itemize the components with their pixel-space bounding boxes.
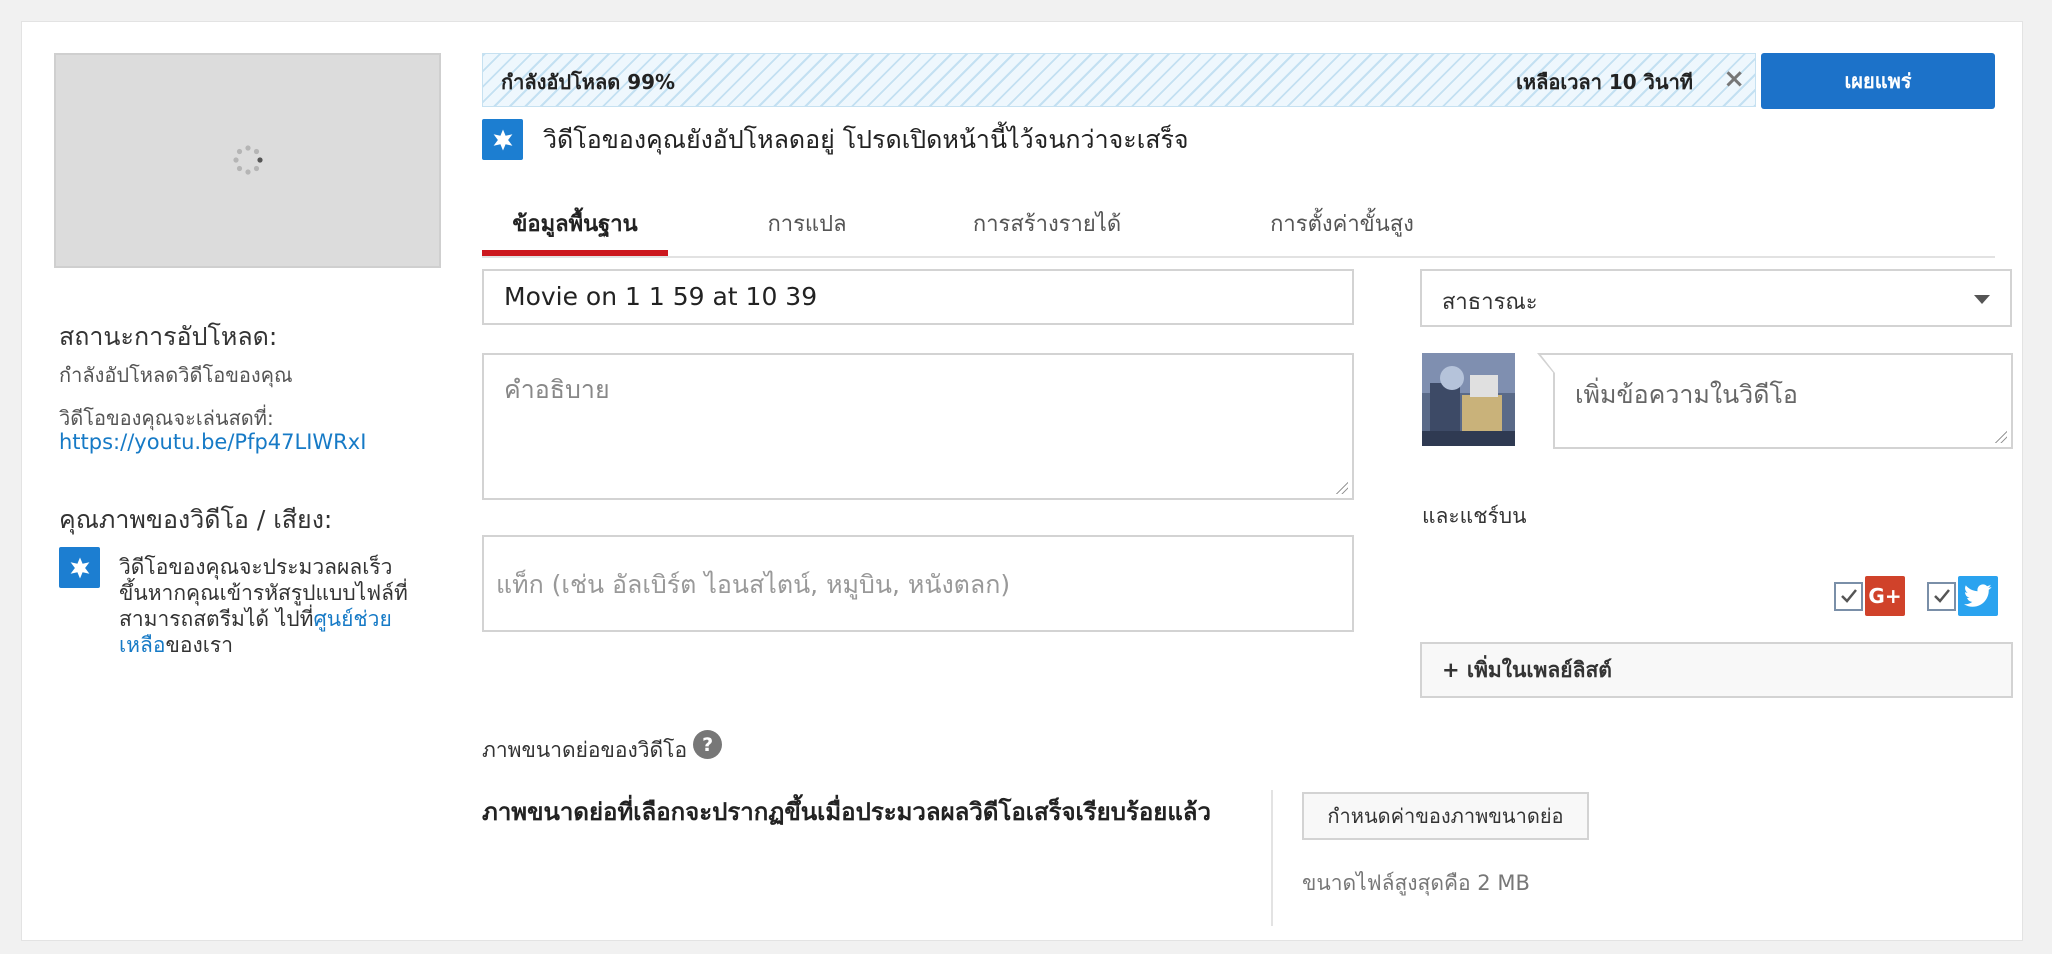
twitter-bird-icon <box>1964 584 1992 607</box>
quality-info-icon <box>59 547 100 588</box>
share-message-placeholder: เพิ่มข้อความในวิดีโอ <box>1575 380 1798 409</box>
loading-spinner-icon <box>233 145 263 175</box>
twitter-icon <box>1958 576 1998 616</box>
quality-heading: คุณภาพของวิดีโอ / เสียง: <box>59 505 333 534</box>
title-input[interactable]: Movie on 1 1 59 at 10 39 <box>482 269 1354 325</box>
custom-thumbnail-button[interactable]: กำหนดค่าของภาพขนาดย่อ <box>1302 792 1589 840</box>
star-icon <box>493 129 512 150</box>
title-input-value: Movie on 1 1 59 at 10 39 <box>504 282 818 311</box>
thumbnail-heading-text: ภาพขนาดย่อของวิดีโอ <box>482 738 688 762</box>
thumbnail-note: ภาพขนาดย่อที่เลือกจะปรากฏขึ้นเมื่อประมวล… <box>482 798 1211 826</box>
tab-monetization[interactable]: การสร้างรายได้ <box>922 206 1172 241</box>
checkmark-icon <box>1933 589 1950 603</box>
tags-placeholder: แท็ก (เช่น อัลเบิร์ต ไอนสไตน์, หมูบิน, ห… <box>496 570 1011 599</box>
tab-translation[interactable]: การแปล <box>702 206 912 241</box>
tab-advanced-settings[interactable]: การตั้งค่าขั้นสูง <box>1182 206 1502 241</box>
star-icon <box>70 557 89 578</box>
tags-input[interactable]: แท็ก (เช่น อัลเบิร์ต ไอนสไตน์, หมูบิน, ห… <box>482 535 1354 632</box>
video-preview <box>54 53 441 268</box>
add-to-playlist-button[interactable]: + เพิ่มในเพลย์ลิสต์ <box>1420 642 2013 698</box>
upload-status-text: กำลังอัปโหลดวิดีโอของคุณ <box>59 363 293 387</box>
chevron-down-icon <box>1974 295 1990 304</box>
upload-notice: วิดีโอของคุณยังอัปโหลดอยู่ โปรดเปิดหน้าน… <box>482 119 1189 160</box>
privacy-selected-value: สาธารณะ <box>1442 290 1538 315</box>
upload-notice-text: วิดีโอของคุณยังอัปโหลดอยู่ โปรดเปิดหน้าน… <box>543 124 1189 154</box>
tab-bar: ข้อมูลพื้นฐาน การแปล การสร้างรายได้ การต… <box>482 182 1995 258</box>
resize-handle-icon[interactable] <box>1336 482 1348 494</box>
video-url-link[interactable]: https://youtu.be/Pfp47LIWRxI <box>59 430 366 454</box>
upload-status-heading: สถานะการอัปโหลด: <box>59 322 278 351</box>
tab-basic-info[interactable]: ข้อมูลพื้นฐาน <box>482 206 668 241</box>
upload-card: สถานะการอัปโหลด: กำลังอัปโหลดวิดีโอของคุ… <box>21 21 2023 941</box>
bubble-tail-inner <box>1541 355 1555 373</box>
thumbnail-heading: ภาพขนาดย่อของวิดีโอ ? <box>482 730 723 767</box>
avatar-image <box>1422 353 1515 446</box>
channel-avatar <box>1422 353 1515 446</box>
quality-text-2: ของเรา <box>165 633 233 657</box>
share-message-textarea[interactable]: เพิ่มข้อความในวิดีโอ <box>1553 353 2013 449</box>
cancel-upload-icon[interactable]: × <box>1723 64 1745 94</box>
checkmark-icon <box>1840 589 1857 603</box>
publish-button[interactable]: เผยแพร่ <box>1761 53 1995 109</box>
quality-text: วิดีโอของคุณจะประมวลผลเร็วขึ้นหากคุณเข้า… <box>119 554 419 658</box>
share-twitter-checkbox[interactable] <box>1927 581 1956 611</box>
share-targets: G+ <box>1834 576 1998 616</box>
description-textarea[interactable]: คำอธิบาย <box>482 353 1354 500</box>
vertical-divider <box>1271 790 1273 926</box>
share-googleplus-checkbox[interactable] <box>1834 581 1863 611</box>
upload-progress-bar: กำลังอัปโหลด 99% เหลือเวลา 10 วินาที × <box>482 53 1756 107</box>
description-placeholder: คำอธิบาย <box>504 375 610 404</box>
time-remaining: เหลือเวลา 10 วินาที <box>1516 70 1693 94</box>
google-plus-icon: G+ <box>1865 576 1905 616</box>
max-file-size-text: ขนาดไฟล์สูงสุดคือ 2 MB <box>1302 871 1530 895</box>
share-on-label: และแชร์บน <box>1422 504 1527 528</box>
help-icon[interactable]: ? <box>693 730 723 759</box>
resize-handle-icon[interactable] <box>1995 431 2007 443</box>
notice-info-icon <box>482 119 523 160</box>
privacy-select[interactable]: สาธารณะ <box>1420 269 2012 327</box>
upload-progress-label: กำลังอัปโหลด 99% <box>501 70 676 94</box>
share-message: เพิ่มข้อความในวิดีโอ <box>1533 353 2013 449</box>
active-tab-indicator <box>482 250 668 256</box>
